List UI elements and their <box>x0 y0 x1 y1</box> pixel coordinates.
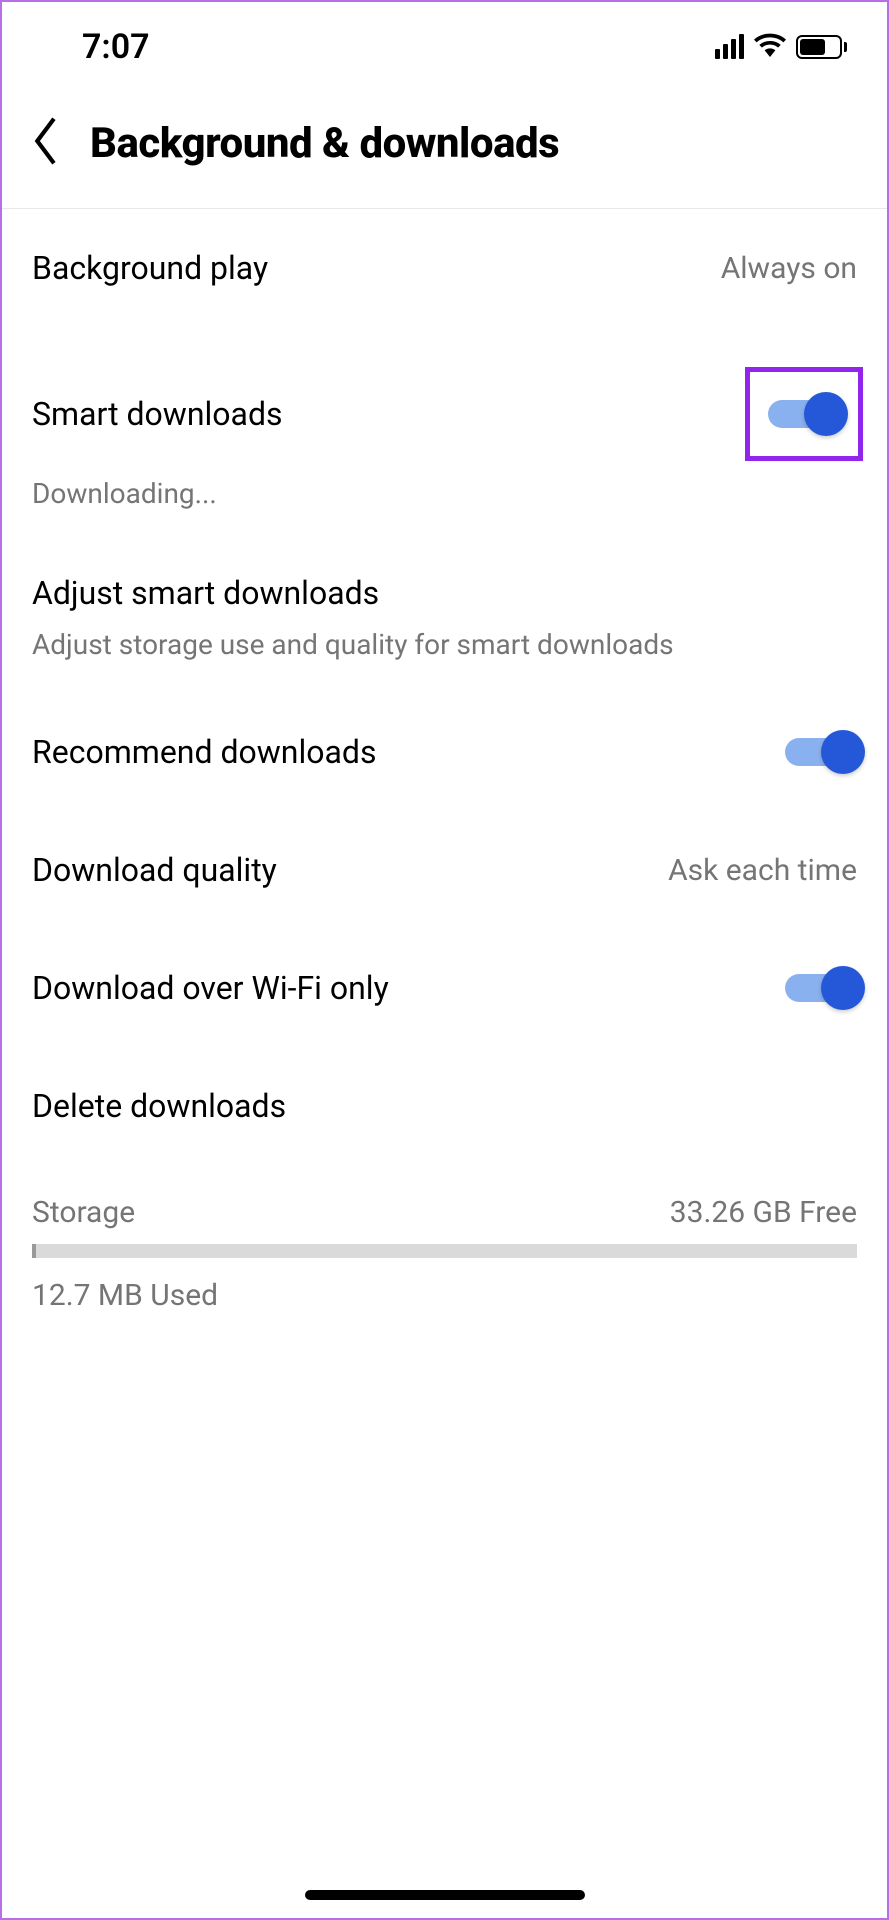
status-bar: 7:07 <box>2 2 887 92</box>
setting-delete-downloads[interactable]: Delete downloads <box>32 1047 857 1165</box>
settings-content: Background play Always on Smart download… <box>2 209 887 1313</box>
setting-value: Ask each time <box>668 853 857 888</box>
status-indicators <box>715 33 847 61</box>
setting-download-wifi-only[interactable]: Download over Wi-Fi only <box>32 929 857 1047</box>
annotation-highlight <box>745 367 863 461</box>
home-indicator[interactable] <box>305 1890 585 1900</box>
storage-section: Storage 33.26 GB Free 12.7 MB Used <box>32 1195 857 1313</box>
setting-background-play[interactable]: Background play Always on <box>32 209 857 327</box>
page-title: Background & downloads <box>90 119 559 168</box>
storage-label: Storage <box>32 1195 135 1230</box>
setting-value: Always on <box>721 251 857 286</box>
setting-download-quality[interactable]: Download quality Ask each time <box>32 811 857 929</box>
storage-bar <box>32 1244 857 1258</box>
setting-label: Delete downloads <box>32 1087 286 1125</box>
cellular-signal-icon <box>715 35 744 59</box>
smart-downloads-toggle[interactable] <box>768 400 840 428</box>
status-time: 7:07 <box>82 27 150 67</box>
recommend-downloads-toggle[interactable] <box>785 738 857 766</box>
download-wifi-only-toggle[interactable] <box>785 974 857 1002</box>
storage-free: 33.26 GB Free <box>670 1195 857 1230</box>
setting-subtitle: Adjust storage use and quality for smart… <box>32 628 857 661</box>
setting-label: Download over Wi-Fi only <box>32 969 389 1007</box>
setting-adjust-smart-downloads[interactable]: Adjust smart downloads Adjust storage us… <box>32 542 857 661</box>
setting-label: Background play <box>32 249 268 287</box>
setting-label: Recommend downloads <box>32 733 376 771</box>
back-button[interactable] <box>32 116 62 170</box>
header: Background & downloads <box>2 92 887 209</box>
setting-smart-downloads[interactable]: Smart downloads Downloading... <box>32 327 857 510</box>
storage-bar-fill <box>32 1244 36 1258</box>
wifi-icon <box>754 33 786 61</box>
battery-icon <box>796 35 847 59</box>
storage-used: 12.7 MB Used <box>32 1278 857 1313</box>
setting-label: Adjust smart downloads <box>32 574 379 612</box>
setting-recommend-downloads[interactable]: Recommend downloads <box>32 693 857 811</box>
setting-label: Download quality <box>32 851 277 889</box>
setting-label: Smart downloads <box>32 395 283 433</box>
setting-subtitle: Downloading... <box>32 477 857 510</box>
